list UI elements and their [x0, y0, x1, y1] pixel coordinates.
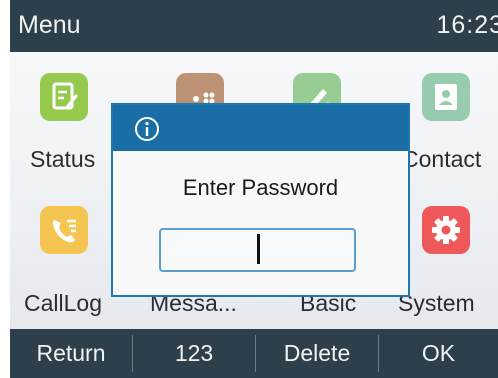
return-button[interactable]: Return: [10, 329, 132, 378]
clock: 16:23: [436, 11, 498, 39]
input-mode-button[interactable]: 123: [133, 329, 255, 378]
ok-button[interactable]: OK: [379, 329, 498, 378]
delete-button[interactable]: Delete: [256, 329, 378, 378]
phone-screen: Menu 16:23 Status Contact CallLog Messa.…: [0, 0, 498, 378]
text-cursor: [257, 234, 260, 264]
page-title: Menu: [18, 11, 81, 39]
info-icon: [135, 117, 159, 141]
softkey-bar: Return 123 Delete OK: [10, 329, 498, 378]
password-dialog: Enter Password: [111, 103, 410, 297]
dialog-header: [113, 105, 408, 151]
status-bar: Menu 16:23: [10, 0, 498, 52]
dialog-message: Enter Password: [182, 175, 339, 200]
